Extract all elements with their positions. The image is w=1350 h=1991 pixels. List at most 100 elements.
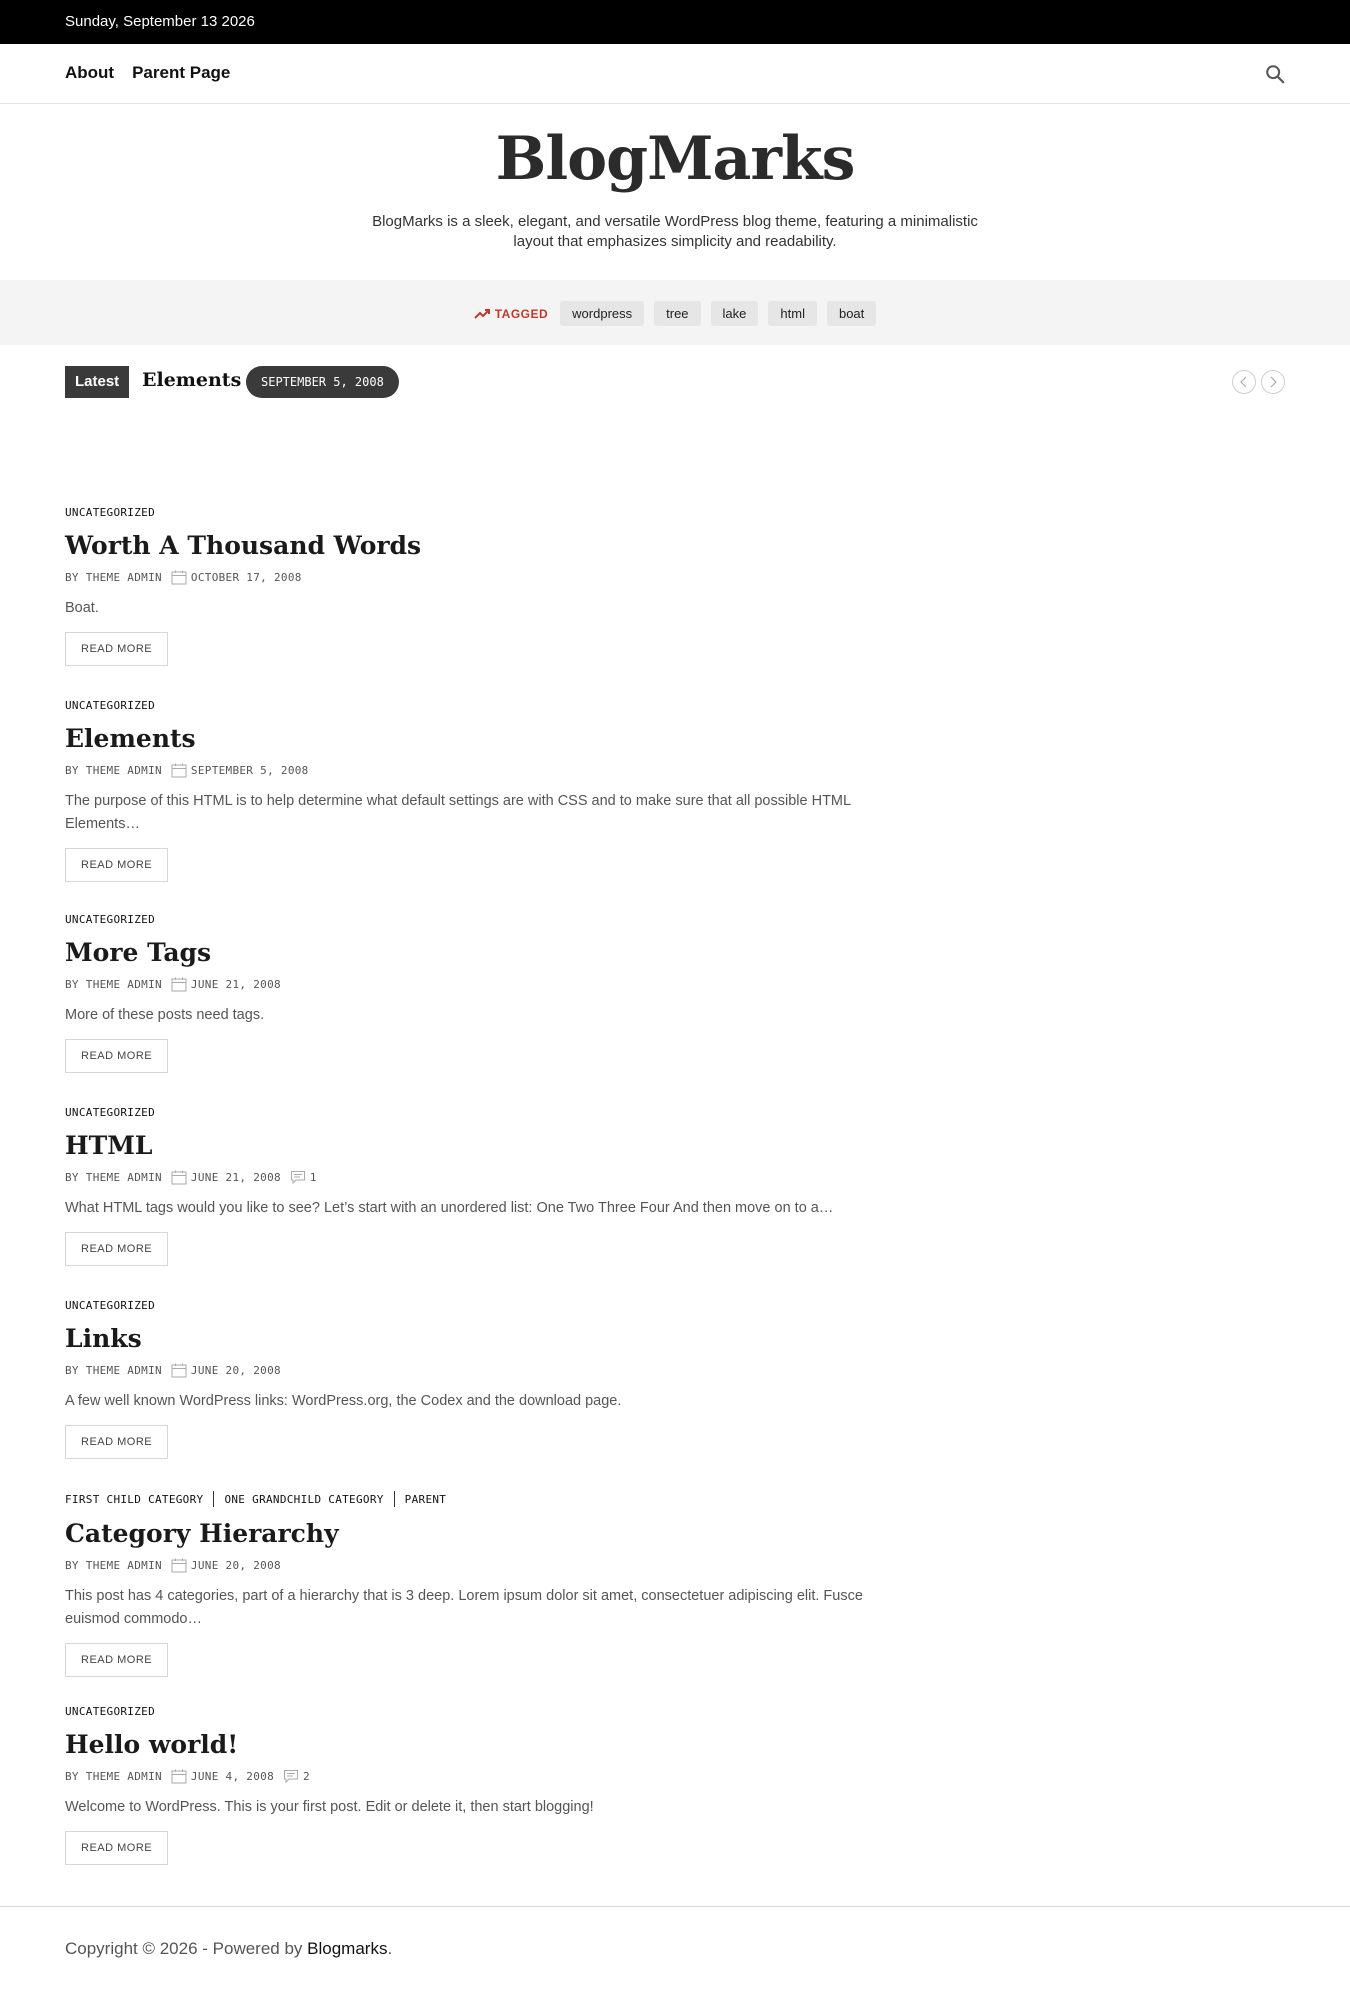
post-date[interactable]: SEPTEMBER 5, 2008	[191, 764, 309, 777]
tag-lake[interactable]: lake	[710, 301, 759, 326]
post-meta: BY THEME ADMIN JUNE 20, 2008	[65, 1558, 895, 1573]
post-meta: BY THEME ADMIN OCTOBER 17, 2008	[65, 570, 895, 585]
tag-tree[interactable]: tree	[654, 301, 701, 326]
post-title[interactable]: HTML	[65, 1130, 895, 1162]
post-author[interactable]: BY THEME ADMIN	[65, 1364, 162, 1377]
calendar-icon	[171, 1769, 187, 1784]
trending-up-icon	[474, 308, 490, 319]
calendar-icon	[171, 570, 187, 585]
post-category[interactable]: UNCATEGORIZED	[65, 1106, 155, 1119]
post-author[interactable]: BY THEME ADMIN	[65, 1770, 162, 1783]
read-more-button[interactable]: READ MORE	[65, 632, 169, 666]
post-category[interactable]: UNCATEGORIZED	[65, 1705, 155, 1718]
tagged-label: TAGGED	[474, 307, 548, 321]
post-title[interactable]: Hello world!	[65, 1729, 895, 1761]
post-excerpt: What HTML tags would you like to see? Le…	[65, 1200, 834, 1216]
post-title[interactable]: Elements	[65, 723, 895, 755]
post-meta: BY THEME ADMIN JUNE 4, 2008 2	[65, 1769, 895, 1784]
post-date[interactable]: OCTOBER 17, 2008	[191, 571, 302, 584]
post-category[interactable]: UNCATEGORIZED	[65, 1299, 155, 1312]
site-description: BlogMarks is a sleek, elegant, and versa…	[372, 213, 978, 250]
chevron-left-icon[interactable]	[1232, 370, 1256, 394]
post-card: FIRST CHILD CATEGORY ONE GRANDCHILD CATEG…	[65, 1491, 895, 1677]
post-categories: UNCATEGORIZED	[65, 1299, 895, 1312]
post-author[interactable]: BY THEME ADMIN	[65, 1559, 162, 1572]
tag-bar: TAGGED wordpress tree lake html boat	[0, 280, 1350, 345]
tag-html[interactable]: html	[768, 301, 817, 326]
post-categories: UNCATEGORIZED	[65, 913, 895, 926]
nav-item-about[interactable]: About	[65, 63, 114, 83]
chevron-right-icon[interactable]	[1261, 370, 1285, 394]
post-title[interactable]: Category Hierarchy	[65, 1518, 895, 1550]
calendar-icon	[171, 1170, 187, 1185]
site-title[interactable]: BlogMarks	[0, 124, 1350, 194]
calendar-icon	[171, 763, 187, 778]
copyright: Copyright © 2026 - Powered by Blogmarks.	[65, 1939, 392, 1959]
post-meta: BY THEME ADMIN JUNE 20, 2008	[65, 1363, 895, 1378]
post-categories: UNCATEGORIZED	[65, 1106, 895, 1119]
search-icon[interactable]	[1264, 63, 1288, 87]
post-card: UNCATEGORIZED Links BY THEME ADMIN JUNE 20,…	[65, 1299, 895, 1459]
post-author[interactable]: BY THEME ADMIN	[65, 1171, 162, 1184]
ticker-post-title[interactable]: Elements	[142, 369, 241, 391]
post-categories: UNCATEGORIZED	[65, 506, 895, 519]
post-category[interactable]: UNCATEGORIZED	[65, 506, 155, 519]
post-meta: BY THEME ADMIN SEPTEMBER 5, 2008	[65, 763, 895, 778]
post-excerpt: This post has 4 categories, part of a hi…	[65, 1588, 863, 1627]
category-separator	[393, 1491, 395, 1507]
read-more-button[interactable]: READ MORE	[65, 1643, 169, 1677]
post-category[interactable]: PARENT	[405, 1493, 447, 1506]
post-card: UNCATEGORIZED Elements BY THEME ADMIN SEPTE…	[65, 699, 895, 882]
post-date[interactable]: JUNE 20, 2008	[191, 1364, 281, 1377]
post-excerpt: The purpose of this HTML is to help dete…	[65, 793, 851, 832]
post-date[interactable]: JUNE 20, 2008	[191, 1559, 281, 1572]
post-author[interactable]: BY THEME ADMIN	[65, 978, 162, 991]
post-comment-count[interactable]: 1	[310, 1171, 317, 1184]
read-more-button[interactable]: READ MORE	[65, 1425, 169, 1459]
post-card: UNCATEGORIZED Worth A Thousand Words BY TH…	[65, 506, 895, 666]
nav-item-parent-page[interactable]: Parent Page	[132, 63, 230, 83]
top-bar: Sunday, September 13 2026	[0, 0, 1350, 44]
current-date: Sunday, September 13 2026	[65, 13, 255, 30]
comment-icon	[283, 1769, 299, 1784]
post-comment-count[interactable]: 2	[303, 1770, 310, 1783]
post-category[interactable]: UNCATEGORIZED	[65, 913, 155, 926]
post-excerpt: Boat.	[65, 600, 99, 616]
site-footer: Copyright © 2026 - Powered by Blogmarks.	[0, 1906, 1350, 1991]
read-more-button[interactable]: READ MORE	[65, 1039, 169, 1073]
calendar-icon	[171, 1363, 187, 1378]
main-navigation: About Parent Page	[0, 44, 1350, 104]
post-category[interactable]: ONE GRANDCHILD CATEGORY	[224, 1493, 383, 1506]
post-card: UNCATEGORIZED Hello world! BY THEME ADMIN J…	[65, 1705, 895, 1865]
copyright-text: Copyright © 2026 - Powered by	[65, 1939, 308, 1958]
nav-menu: About Parent Page	[65, 63, 230, 83]
post-card: UNCATEGORIZED HTML BY THEME ADMIN JUNE 21, …	[65, 1106, 895, 1266]
post-category[interactable]: UNCATEGORIZED	[65, 699, 155, 712]
read-more-button[interactable]: READ MORE	[65, 1232, 169, 1266]
post-title[interactable]: Links	[65, 1323, 895, 1355]
post-excerpt: A few well known WordPress links: WordPr…	[65, 1393, 622, 1409]
category-separator	[213, 1491, 215, 1507]
post-author[interactable]: BY THEME ADMIN	[65, 571, 162, 584]
post-title[interactable]: Worth A Thousand Words	[65, 530, 895, 562]
read-more-button[interactable]: READ MORE	[65, 1831, 169, 1865]
tagged-text: TAGGED	[494, 306, 549, 321]
tag-wordpress[interactable]: wordpress	[560, 301, 645, 326]
post-excerpt: Welcome to WordPress. This is your first…	[65, 1799, 594, 1815]
post-categories: UNCATEGORIZED	[65, 1705, 895, 1718]
post-excerpt: More of these posts need tags.	[65, 1007, 265, 1023]
comment-icon	[290, 1170, 306, 1185]
post-meta: BY THEME ADMIN JUNE 21, 2008 1	[65, 1170, 895, 1185]
footer-link-blogmarks[interactable]: Blogmarks	[307, 1939, 387, 1958]
post-category[interactable]: FIRST CHILD CATEGORY	[65, 1493, 203, 1506]
post-date[interactable]: JUNE 21, 2008	[191, 1171, 281, 1184]
post-author[interactable]: BY THEME ADMIN	[65, 764, 162, 777]
copyright-suffix: .	[387, 1939, 393, 1958]
read-more-button[interactable]: READ MORE	[65, 848, 169, 882]
post-date[interactable]: JUNE 21, 2008	[191, 978, 281, 991]
post-date[interactable]: JUNE 4, 2008	[191, 1770, 274, 1783]
latest-badge: Latest	[65, 366, 130, 398]
post-title[interactable]: More Tags	[65, 937, 895, 969]
post-meta: BY THEME ADMIN JUNE 21, 2008	[65, 977, 895, 992]
tag-boat[interactable]: boat	[826, 301, 877, 326]
